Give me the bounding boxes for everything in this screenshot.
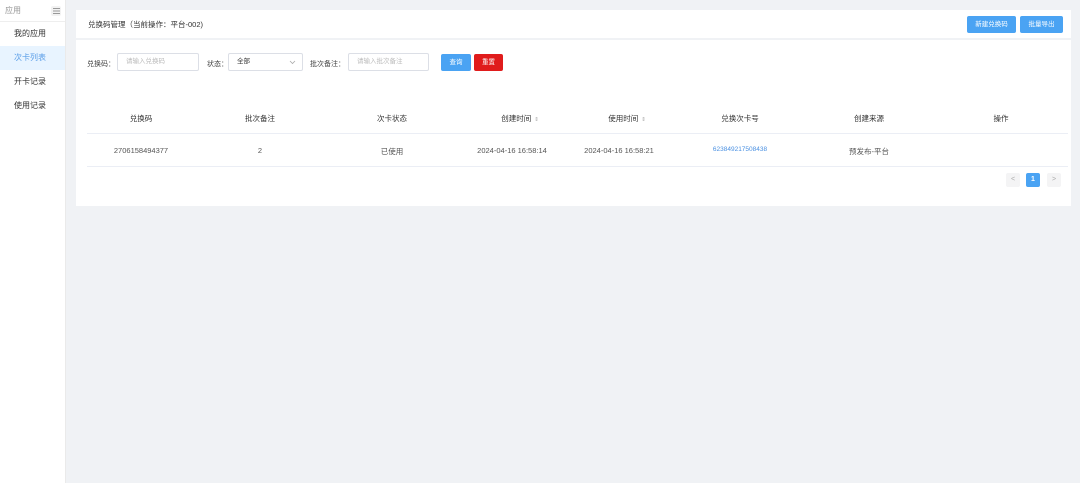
cell-used-time: 2024-04-16 16:58:21 bbox=[584, 146, 654, 155]
main-panel: 兑换码： 请输入兑换码 状态： 全部 批次备注： 请输入批次备注 查询 重置 兑… bbox=[76, 40, 1071, 206]
column-header-sortable[interactable]: 使用时间 ⇕ bbox=[608, 110, 646, 129]
batch-note-input[interactable]: 请输入批次备注 bbox=[348, 53, 429, 71]
pagination-page-1[interactable]: 1 bbox=[1026, 173, 1040, 187]
pagination-prev-button[interactable]: < bbox=[1006, 173, 1020, 187]
status-filter-label: 状态： bbox=[207, 61, 228, 68]
cell-source: 预发布-平台 bbox=[849, 147, 889, 156]
cell-card-number-link[interactable]: 623849217508438 bbox=[713, 146, 767, 153]
status-select[interactable]: 全部 bbox=[228, 53, 303, 71]
column-header: 次卡状态 bbox=[377, 114, 407, 123]
page-title: 兑换码管理（当前操作：平台-002) bbox=[88, 20, 204, 29]
menu-toggle-icon[interactable] bbox=[51, 5, 61, 16]
cell-created-time: 2024-04-16 16:58:14 bbox=[477, 146, 547, 155]
sidebar: 应用 我的应用 次卡列表 开卡记录 使用记录 bbox=[0, 0, 66, 483]
sidebar-item-my-apps[interactable]: 我的应用 bbox=[0, 22, 65, 46]
page-header: 兑换码管理（当前操作：平台-002) 新建兑换码 批量导出 bbox=[76, 10, 1071, 38]
column-header: 批次备注 bbox=[245, 114, 275, 123]
column-header: 创建来源 bbox=[854, 114, 884, 123]
sort-icon[interactable]: ⇕ bbox=[534, 117, 539, 123]
sidebar-item-card-list[interactable]: 次卡列表 bbox=[0, 46, 65, 70]
sort-icon[interactable]: ⇕ bbox=[641, 117, 646, 123]
code-search-input[interactable]: 请输入兑换码 bbox=[117, 53, 199, 71]
sidebar-item-open-records[interactable]: 开卡记录 bbox=[0, 70, 65, 94]
table-row: 2706158494377 2 已使用 2024-04-16 16:58:14 … bbox=[87, 135, 1068, 167]
new-code-button[interactable]: 新建兑换码 bbox=[967, 16, 1016, 33]
cell-code: 2706158494377 bbox=[113, 146, 169, 155]
column-header: 操作 bbox=[993, 114, 1009, 123]
batch-filter-label: 批次备注： bbox=[310, 61, 345, 68]
cell-batch: 2 bbox=[257, 146, 263, 155]
search-button[interactable]: 查询 bbox=[441, 54, 471, 71]
column-header: 兑换次卡号 bbox=[721, 114, 759, 123]
column-header-label: 创建时间 bbox=[501, 114, 532, 123]
column-header-sortable[interactable]: 创建时间 ⇕ bbox=[501, 110, 539, 129]
table-header: 兑换码 批次备注 次卡状态 创建时间 ⇕ 使用时间 ⇕ 兑换次卡号 创建来源 操作 bbox=[87, 110, 1068, 134]
code-filter-label: 兑换码： bbox=[87, 61, 115, 68]
pagination-next-button[interactable]: > bbox=[1047, 173, 1061, 187]
sidebar-item-usage-records[interactable]: 使用记录 bbox=[0, 94, 65, 118]
sidebar-title: 应用 bbox=[5, 6, 21, 15]
sidebar-header: 应用 bbox=[0, 0, 65, 22]
batch-export-button[interactable]: 批量导出 bbox=[1020, 16, 1063, 33]
reset-button[interactable]: 重置 bbox=[474, 54, 503, 71]
chevron-down-icon bbox=[289, 54, 296, 77]
column-header: 兑换码 bbox=[129, 114, 153, 123]
cell-status: 已使用 bbox=[380, 147, 404, 156]
status-select-value: 全部 bbox=[237, 58, 250, 65]
column-header-label: 使用时间 bbox=[608, 114, 639, 123]
